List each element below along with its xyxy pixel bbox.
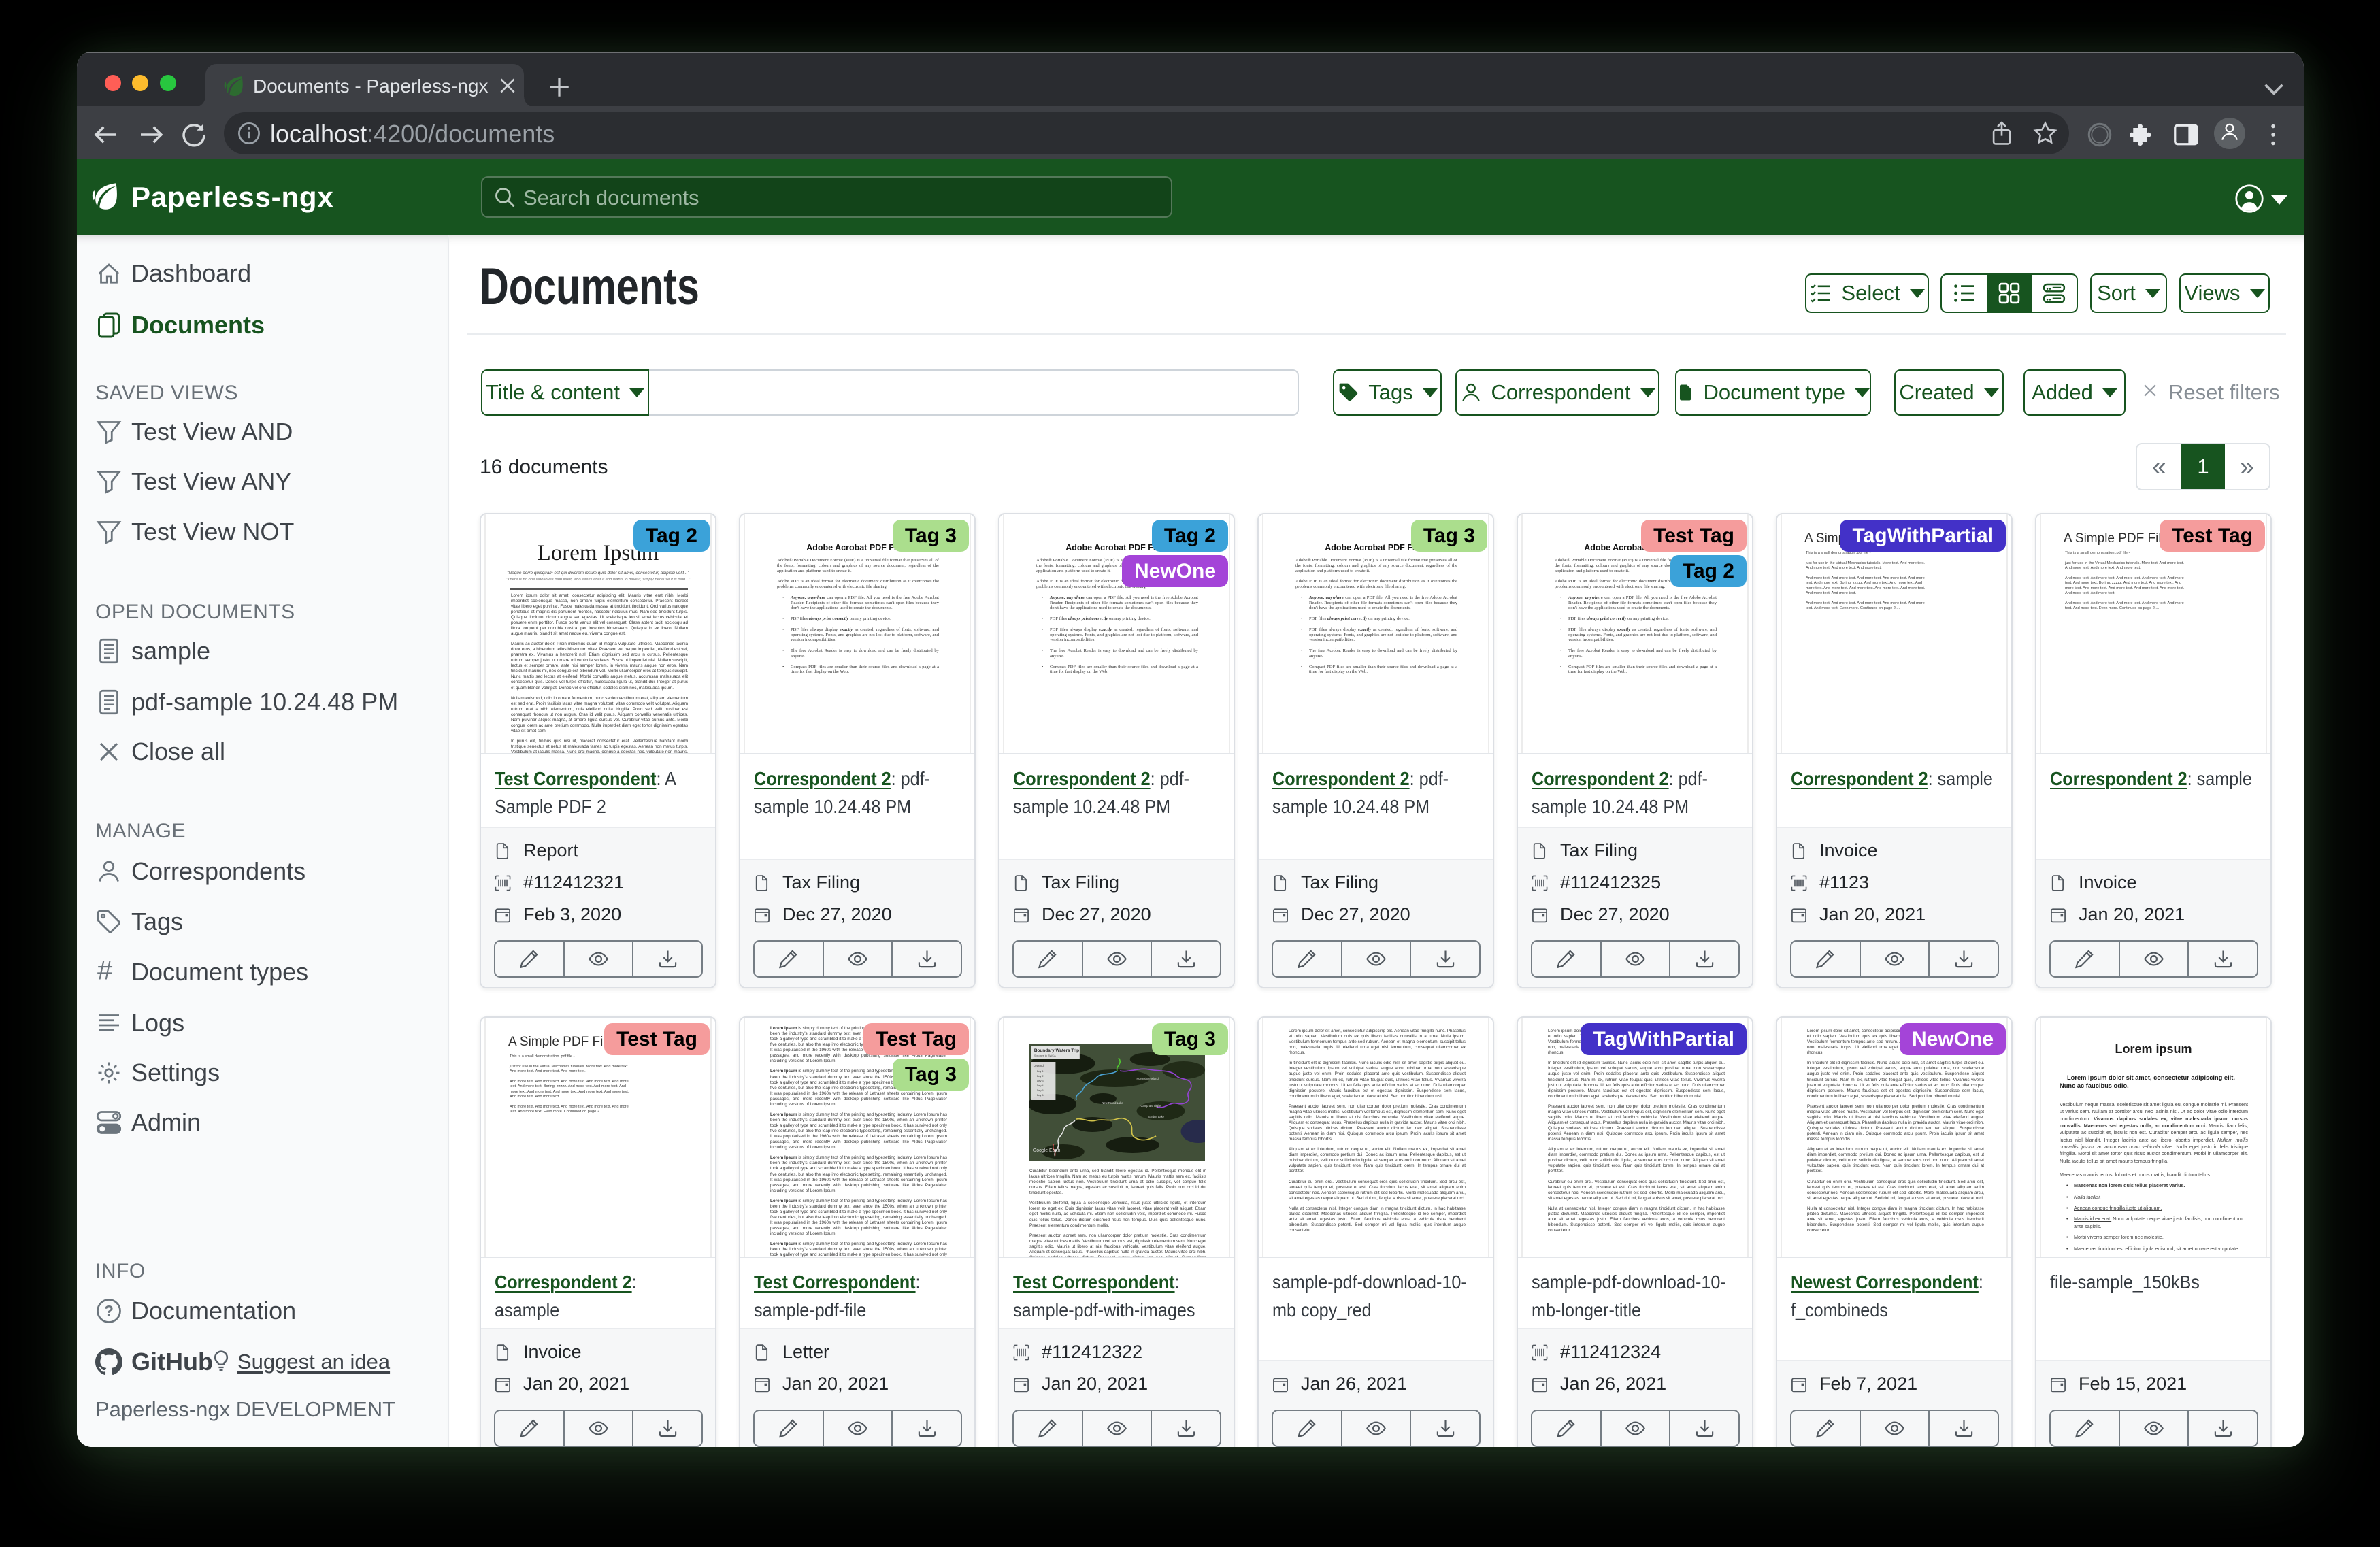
svg-text:Boundary Waters Trip: Boundary Waters Trip xyxy=(1034,1048,1079,1053)
svg-text:Ensign Lake: Ensign Lake xyxy=(1148,1115,1164,1118)
svg-text:New Found Lake: New Found Lake xyxy=(1102,1101,1123,1105)
svg-text:Day 5: Day 5 xyxy=(1037,1089,1044,1092)
svg-text:Day 3: Day 3 xyxy=(1037,1080,1044,1082)
svg-text:Horseshoe Island: Horseshoe Island xyxy=(1137,1077,1159,1080)
svg-text:Legend: Legend xyxy=(1034,1064,1044,1067)
svg-text:Day 4: Day 4 xyxy=(1037,1084,1044,1087)
svg-text:Day 2: Day 2 xyxy=(1037,1075,1044,1078)
svg-text:Six days in BWCA: Six days in BWCA xyxy=(1034,1054,1056,1057)
svg-text:Day 1: Day 1 xyxy=(1037,1070,1044,1073)
svg-text:Day 6: Day 6 xyxy=(1037,1094,1044,1097)
svg-text:Camp two nights: Camp two nights xyxy=(1140,1104,1161,1108)
svg-text:Google Earth: Google Earth xyxy=(1033,1148,1061,1153)
